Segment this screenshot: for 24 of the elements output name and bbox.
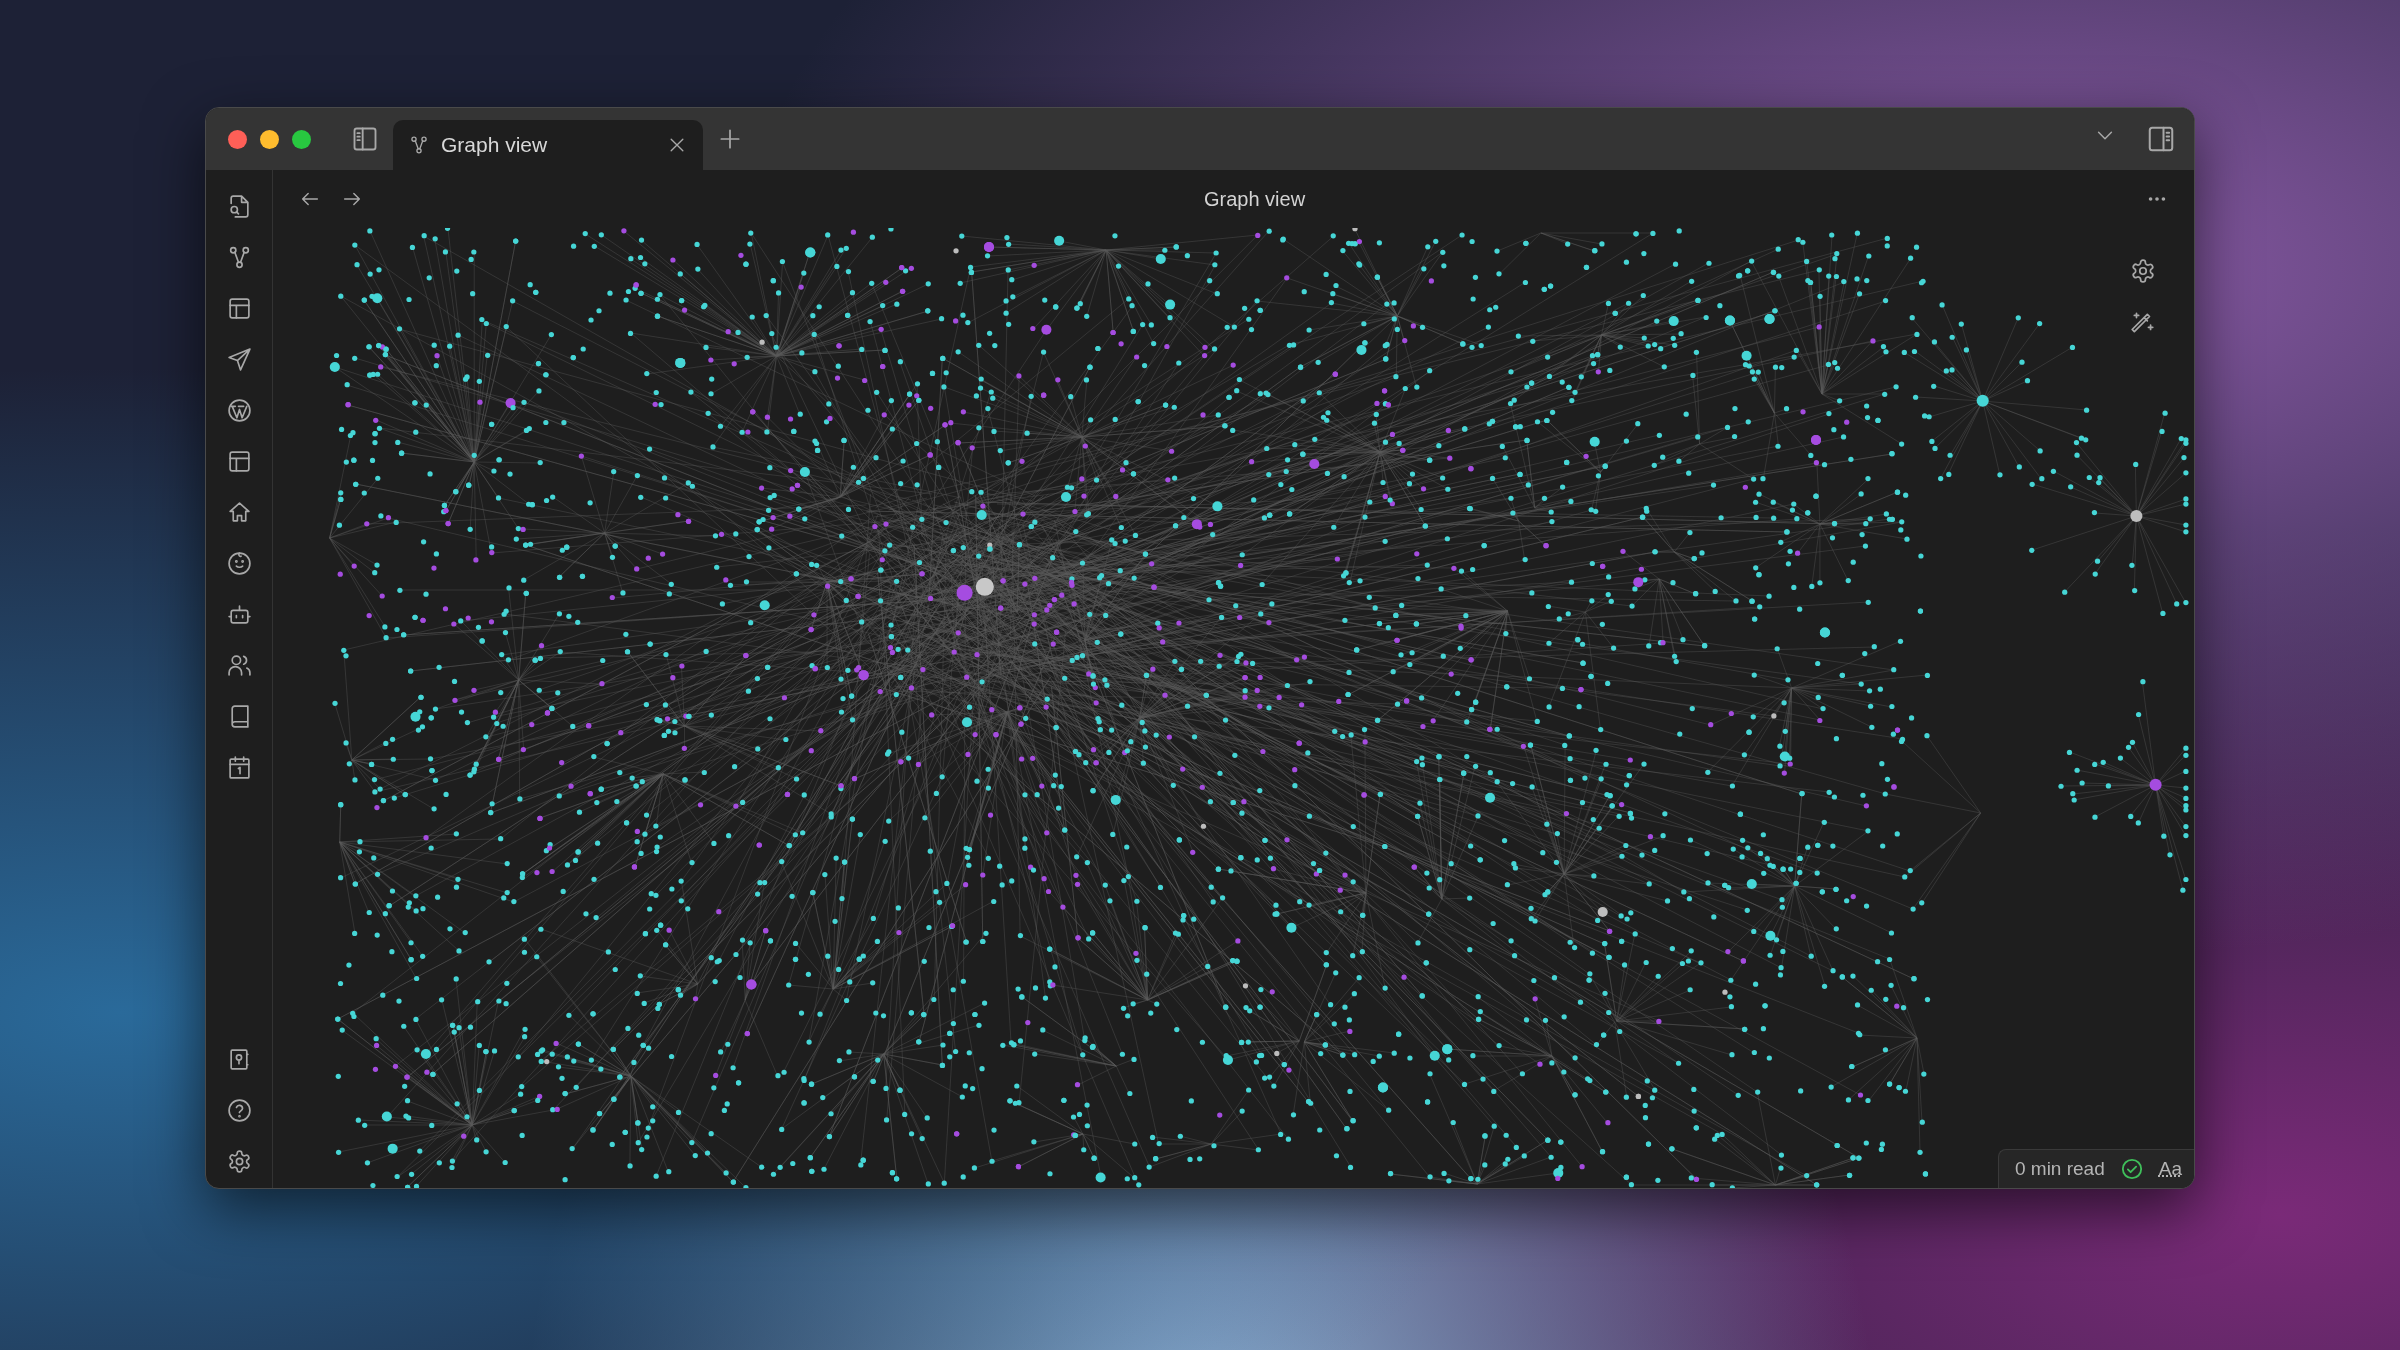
- font-button[interactable]: Aa: [2158, 1158, 2182, 1180]
- check-circle-icon: [2120, 1158, 2143, 1180]
- sidebar-right-icon[interactable]: [2146, 124, 2176, 154]
- sidebar-left-icon[interactable]: [351, 125, 379, 153]
- help-icon[interactable]: [226, 1098, 252, 1123]
- layout-icon[interactable]: [226, 449, 252, 474]
- send-icon[interactable]: [226, 347, 252, 372]
- layout-icon[interactable]: [226, 296, 252, 321]
- settings-icon[interactable]: [226, 1149, 252, 1174]
- calendar-icon[interactable]: [226, 755, 252, 780]
- magic-wand-icon[interactable]: [2130, 310, 2156, 336]
- home-icon[interactable]: [226, 500, 252, 525]
- baby-face-icon[interactable]: [226, 551, 252, 576]
- zoom-window-button[interactable]: [292, 129, 311, 149]
- robot-icon[interactable]: [226, 602, 252, 627]
- close-window-button[interactable]: [228, 129, 247, 149]
- graph-icon: [409, 135, 429, 155]
- minimize-window-button[interactable]: [260, 129, 279, 149]
- tab[interactable]: Graph view: [393, 120, 703, 170]
- reading-time: 0 min read: [2014, 1158, 2105, 1180]
- view-title: Graph view: [1202, 187, 1307, 211]
- users-icon[interactable]: [226, 653, 252, 678]
- settings-icon[interactable]: [2130, 258, 2156, 284]
- wordpress-icon[interactable]: [226, 398, 252, 423]
